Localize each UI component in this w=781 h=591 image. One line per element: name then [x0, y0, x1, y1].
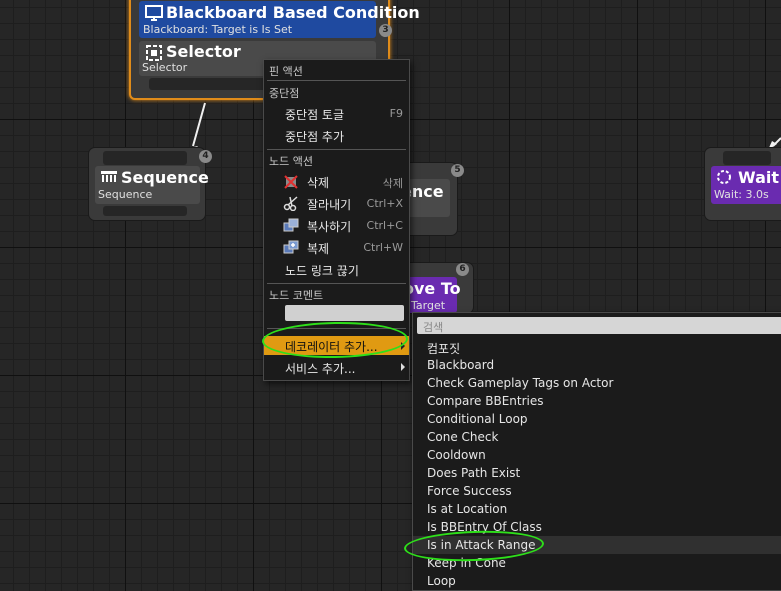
selector-title: Selector: [166, 42, 241, 61]
menu-divider: [267, 149, 406, 150]
sequence-title: Sequence: [121, 168, 209, 187]
node-actions-header: 노드 액션: [269, 155, 313, 168]
delete-icon: [284, 175, 298, 189]
list-item-label: Compare BBEntries: [427, 394, 544, 408]
toggle-breakpoint-shortcut: F9: [389, 107, 403, 120]
sequence-node[interactable]: Sequence Sequence 4: [89, 148, 212, 220]
blackboard-decorator[interactable]: Blackboard Based Condition Blackboard: T…: [139, 1, 420, 38]
list-item-label: Conditional Loop: [427, 412, 528, 426]
execution-order-badge: 3: [379, 24, 392, 37]
menu-item-toggle-breakpoint[interactable]: 중단점 토글 F9: [264, 103, 409, 123]
cut-label: 잘라내기: [307, 198, 352, 212]
wait-input-pin[interactable]: [723, 151, 771, 165]
menu-divider: [267, 283, 406, 284]
breakpoint-header: 중단점: [269, 87, 300, 100]
menu-item-add-breakpoint[interactable]: 중단점 추가: [264, 125, 409, 145]
submenu-arrow-icon: [401, 363, 405, 371]
list-item[interactable]: 컴포짓: [413, 338, 781, 356]
blackboard-title: Blackboard Based Condition: [166, 3, 420, 22]
list-item-label: Check Gameplay Tags on Actor: [427, 376, 614, 390]
monitor-icon: [145, 5, 163, 21]
copy-icon: [283, 218, 299, 232]
list-item-label: Force Success: [427, 484, 512, 498]
wait-icon: [717, 170, 731, 184]
list-item[interactable]: Conditional Loop: [413, 410, 781, 428]
list-item-label: Blackboard: [427, 358, 495, 372]
copy-label: 복사하기: [307, 220, 352, 234]
scissors-icon: [283, 196, 298, 211]
sequence-output-pin[interactable]: [103, 206, 187, 216]
search-placeholder: 검색: [423, 321, 444, 334]
menu-item-delete[interactable]: 삭제 삭제: [264, 171, 409, 191]
list-item[interactable]: Compare BBEntries: [413, 392, 781, 410]
node-comment-input[interactable]: [285, 305, 404, 321]
copy-shortcut: Ctrl+C: [366, 219, 403, 232]
duplicate-shortcut: Ctrl+W: [363, 241, 403, 254]
node-comment-header: 노드 코멘트: [269, 289, 324, 302]
add-breakpoint-label: 중단점 추가: [285, 130, 345, 144]
list-item-label: Cooldown: [427, 448, 486, 462]
list-item-label: Is at Location: [427, 502, 508, 516]
list-item-label: Cone Check: [427, 430, 499, 444]
list-item[interactable]: Cooldown: [413, 446, 781, 464]
pin-actions-header: 핀 액션: [269, 65, 303, 78]
duplicate-icon: [283, 240, 299, 254]
wait-title: Wait: [738, 168, 780, 187]
list-item[interactable]: Loop: [413, 572, 781, 590]
sequence-body[interactable]: Sequence Sequence: [95, 166, 209, 204]
list-item[interactable]: Is at Location: [413, 500, 781, 518]
menu-item-break-links[interactable]: 노드 링크 끊기: [264, 259, 409, 279]
wait-subtitle: Wait: 3.0s: [714, 188, 769, 201]
duplicate-label: 복제: [307, 242, 330, 256]
break-links-label: 노드 링크 끊기: [285, 264, 359, 278]
menu-item-add-service[interactable]: 서비스 추가...: [264, 357, 409, 377]
menu-item-copy[interactable]: 복사하기 Ctrl+C: [264, 215, 409, 235]
menu-item-cut[interactable]: 잘라내기 Ctrl+X: [264, 193, 409, 213]
sequence-input-pin[interactable]: [103, 151, 187, 165]
delete-shortcut: 삭제: [382, 177, 403, 190]
sequence-subtitle: Sequence: [98, 188, 153, 201]
wait-node[interactable]: Wait Wait: 3.0s: [705, 148, 781, 220]
execution-order-badge: 6: [456, 263, 469, 276]
execution-order-badge: 5: [451, 164, 464, 177]
selector-icon: [146, 45, 162, 61]
list-item-label: Does Path Exist: [427, 466, 521, 480]
execution-order-badge: 4: [199, 150, 212, 163]
list-item[interactable]: Cone Check: [413, 428, 781, 446]
wait-body[interactable]: Wait Wait: 3.0s: [711, 166, 781, 204]
sequence-icon: [101, 171, 117, 182]
menu-divider: [267, 80, 406, 81]
wire-selector-to-sequence: [192, 102, 206, 147]
delete-label: 삭제: [307, 176, 330, 190]
move-to-title: ove To: [403, 279, 461, 298]
move-to-subtitle: Target: [411, 299, 446, 312]
list-item[interactable]: Does Path Exist: [413, 464, 781, 482]
submenu-search-input[interactable]: 검색: [417, 317, 781, 334]
blackboard-subtitle: Blackboard: Target is Is Set: [143, 23, 293, 36]
list-item-label: 컴포짓: [427, 342, 461, 356]
selector-subtitle: Selector: [142, 61, 188, 74]
add-service-label: 서비스 추가...: [285, 362, 356, 376]
list-item[interactable]: Force Success: [413, 482, 781, 500]
toggle-breakpoint-label: 중단점 토글: [285, 108, 345, 122]
menu-item-duplicate[interactable]: 복제 Ctrl+W: [264, 237, 409, 257]
cut-shortcut: Ctrl+X: [366, 197, 403, 210]
list-item-label: Loop: [427, 574, 456, 588]
list-item[interactable]: Blackboard: [413, 356, 781, 374]
list-item[interactable]: Check Gameplay Tags on Actor: [413, 374, 781, 392]
